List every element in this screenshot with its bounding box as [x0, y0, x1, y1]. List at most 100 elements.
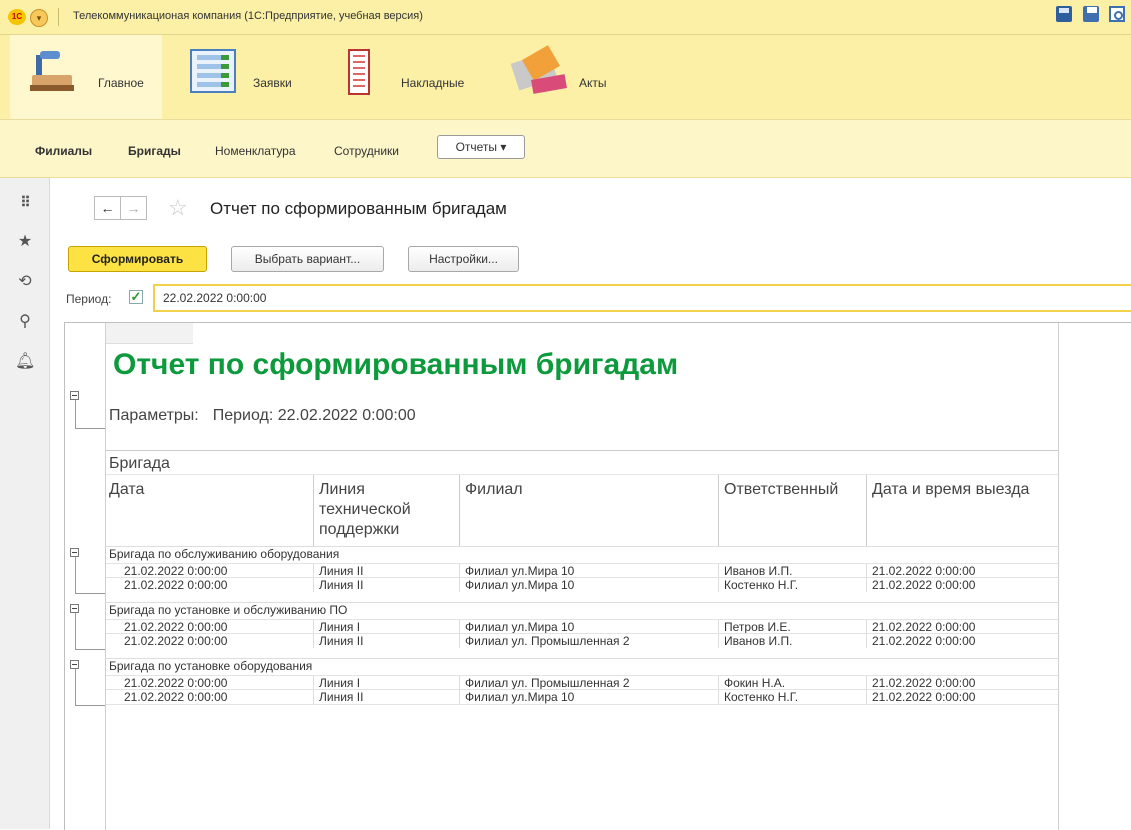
section-invoices[interactable]: Накладные — [312, 35, 482, 119]
cell-line: Линия I — [319, 620, 361, 634]
header-support-line: Линия технической поддержки — [319, 481, 411, 538]
generate-button[interactable]: Сформировать — [68, 246, 207, 272]
params-value: Период: 22.02.2022 0:00:00 — [212, 407, 416, 424]
nav-brigades[interactable]: Бригады — [128, 144, 181, 158]
search-icon[interactable]: ⚲ — [15, 312, 35, 332]
group-row[interactable]: Бригада по установке и обслуживанию ПО — [106, 602, 1058, 619]
group-name: Бригада по обслуживанию оборудования — [109, 547, 340, 561]
section-main[interactable]: Главное — [10, 35, 162, 119]
reports-dropdown[interactable]: Отчеты ▾ — [437, 135, 525, 159]
cell-line: Линия II — [319, 690, 364, 704]
table-row[interactable]: 21.02.2022 0:00:00 Линия I Филиал ул.Мир… — [106, 619, 1058, 634]
settings-button[interactable]: Настройки... — [408, 246, 519, 272]
group-tree-line — [75, 613, 76, 649]
cell-line: Линия II — [319, 564, 364, 578]
nav-employees[interactable]: Сотрудники — [334, 144, 399, 158]
period-label: Период: — [66, 292, 112, 306]
cell-line: Линия I — [319, 676, 361, 690]
group-collapse-toggle[interactable] — [70, 604, 79, 613]
cell-line: Линия II — [319, 634, 364, 648]
section-requests[interactable]: Заявки — [162, 35, 312, 119]
print-icon[interactable] — [1082, 6, 1099, 22]
report-document[interactable]: Отчет по сформированным бригадам Парамет… — [64, 322, 1131, 830]
params-label: Параметры: — [109, 407, 199, 424]
cell-responsible: Петров И.Е. — [724, 620, 791, 634]
group-row[interactable]: Бригада по обслуживанию оборудования — [106, 546, 1058, 563]
group-collapse-toggle[interactable] — [70, 660, 79, 669]
group-row[interactable]: Бригада по установке оборудования — [106, 658, 1058, 675]
report-parameters: Параметры: Период: 22.02.2022 0:00:00 — [109, 407, 416, 425]
header-divider — [106, 474, 1058, 475]
period-checkbox[interactable]: ✓ — [129, 290, 143, 304]
favorite-star-icon[interactable]: ☆ — [168, 196, 188, 220]
nav-branches[interactable]: Филиалы — [35, 144, 92, 158]
cell-date: 21.02.2022 0:00:00 — [124, 564, 228, 578]
cell-branch: Филиал ул.Мира 10 — [465, 620, 575, 634]
sections-panel: Главное Заявки Накладные Акты — [0, 35, 1131, 120]
back-button[interactable]: ← — [94, 196, 121, 220]
left-tool-panel: ⠿ ★ ⟲ ⚲ 🔔︎ — [0, 178, 50, 829]
apps-grid-icon[interactable]: ⠿ — [15, 192, 35, 212]
header-separator — [866, 475, 867, 547]
section-acts-label: Акты — [579, 76, 607, 90]
header-separator — [313, 475, 314, 547]
report-right-border — [1058, 323, 1059, 830]
app-logo: 1С — [8, 9, 26, 25]
cell-departure: 21.02.2022 0:00:00 — [872, 634, 976, 648]
title-bar: 1С ▾ Телекоммуникационая компания (1С:Пр… — [0, 0, 1131, 35]
save-icon[interactable] — [1056, 6, 1073, 22]
cell-date: 21.02.2022 0:00:00 — [124, 690, 228, 704]
params-collapse-toggle[interactable] — [70, 391, 79, 400]
header-separator — [718, 475, 719, 547]
cell-branch: Филиал ул.Мира 10 — [465, 690, 575, 704]
cell-responsible: Иванов И.П. — [724, 634, 793, 648]
favorites-star-icon[interactable]: ★ — [15, 232, 35, 252]
invoice-icon — [348, 49, 370, 95]
group-tree-line — [75, 649, 105, 650]
report-table-header: Бригада Дата Линия технической поддержки… — [106, 450, 1058, 547]
cell-departure: 21.02.2022 0:00:00 — [872, 578, 976, 592]
params-tree-line — [75, 400, 76, 428]
header-responsible: Ответственный — [724, 481, 839, 498]
group-tree-line — [75, 669, 76, 705]
cell-departure: 21.02.2022 0:00:00 — [872, 690, 976, 704]
cell-departure: 21.02.2022 0:00:00 — [872, 620, 976, 634]
cell-date: 21.02.2022 0:00:00 — [124, 634, 228, 648]
header-branch: Филиал — [465, 481, 523, 498]
form-title: Отчет по сформированным бригадам — [210, 199, 507, 218]
cell-branch: Филиал ул.Мира 10 — [465, 564, 575, 578]
table-row[interactable]: 21.02.2022 0:00:00 Линия II Филиал ул.Ми… — [106, 563, 1058, 578]
cell-departure: 21.02.2022 0:00:00 — [872, 676, 976, 690]
nav-nomenclature[interactable]: Номенклатура — [215, 144, 296, 158]
table-row[interactable]: 21.02.2022 0:00:00 Линия I Филиал ул. Пр… — [106, 675, 1058, 690]
section-acts[interactable]: Акты — [482, 35, 632, 119]
table-row[interactable]: 21.02.2022 0:00:00 Линия II Филиал ул.Ми… — [106, 689, 1058, 705]
section-invoices-label: Накладные — [401, 76, 465, 90]
header-departure: Дата и время выезда — [872, 481, 1030, 498]
cell-line: Линия II — [319, 578, 364, 592]
documents-stack-icon — [510, 45, 568, 97]
table-row[interactable]: 21.02.2022 0:00:00 Линия II Филиал ул. П… — [106, 633, 1058, 648]
group-tree-line — [75, 557, 76, 593]
cell-departure: 21.02.2022 0:00:00 — [872, 564, 976, 578]
table-row[interactable]: 21.02.2022 0:00:00 Линия II Филиал ул.Ми… — [106, 577, 1058, 592]
title-separator — [58, 8, 59, 26]
group-name: Бригада по установке и обслуживанию ПО — [109, 603, 348, 617]
main-menu-button[interactable]: ▾ — [30, 9, 48, 27]
history-icon[interactable]: ⟲ — [15, 272, 35, 292]
desk-lamp-icon — [26, 49, 74, 97]
choose-variant-button[interactable]: Выбрать вариант... — [231, 246, 384, 272]
cell-date: 21.02.2022 0:00:00 — [124, 578, 228, 592]
forward-button[interactable]: → — [120, 196, 147, 220]
notifications-bell-icon[interactable]: 🔔︎ — [15, 352, 35, 372]
cell-branch: Филиал ул. Промышленная 2 — [465, 676, 630, 690]
title-tools — [1056, 6, 1131, 27]
cell-branch: Филиал ул. Промышленная 2 — [465, 634, 630, 648]
section-requests-label: Заявки — [253, 76, 292, 90]
period-input[interactable]: 22.02.2022 0:00:00 — [153, 284, 1131, 312]
report-corner — [105, 323, 193, 344]
cell-date: 21.02.2022 0:00:00 — [124, 676, 228, 690]
group-collapse-toggle[interactable] — [70, 548, 79, 557]
header-separator — [459, 475, 460, 547]
preview-icon[interactable] — [1109, 6, 1125, 22]
